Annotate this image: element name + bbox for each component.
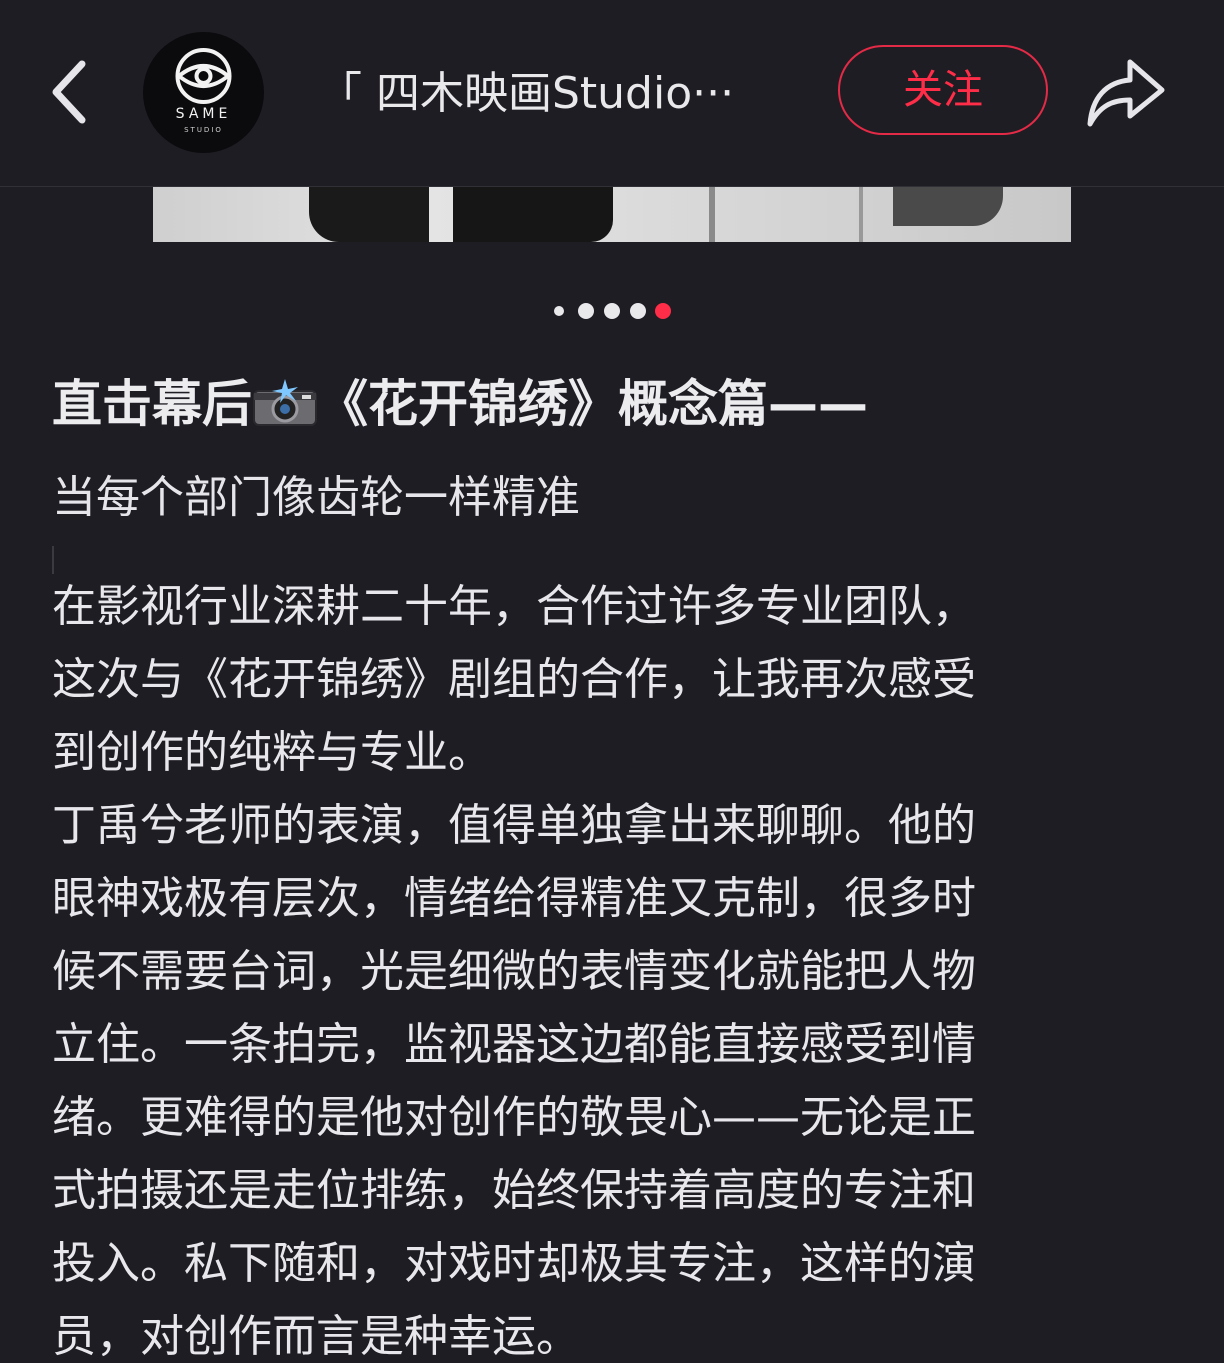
body-line: 绪。更难得的是他对创作的敬畏心——无论是正 bbox=[52, 1092, 976, 1143]
follow-button[interactable]: 关注 bbox=[838, 45, 1048, 135]
carousel-image[interactable] bbox=[153, 186, 1071, 242]
post-detail-page: SAME STUDIO 「 四木映画Studio··· 关注 直击幕后 《花开锦… bbox=[0, 0, 1224, 1363]
body-line: 在影视行业深耕二十年，合作过许多专业团队， bbox=[52, 581, 976, 632]
share-arrow-icon bbox=[1087, 59, 1165, 127]
chevron-left-icon bbox=[52, 60, 86, 124]
carousel-page-indicator bbox=[552, 300, 682, 322]
photo-shape bbox=[453, 186, 613, 242]
photo-shape bbox=[893, 186, 1003, 226]
top-bar: SAME STUDIO 「 四木映画Studio··· 关注 bbox=[0, 0, 1224, 187]
camera-flash-icon bbox=[252, 370, 318, 426]
page-dot-2[interactable] bbox=[578, 303, 594, 319]
body-line: 式拍摄还是走位排练，始终保持着高度的专注和 bbox=[52, 1165, 976, 1216]
post-body: 在影视行业深耕二十年，合作过许多专业团队， 这次与《花开锦绣》剧组的合作，让我再… bbox=[52, 570, 1172, 1363]
body-line: 候不需要台词，光是细微的表情变化就能把人物 bbox=[52, 946, 976, 997]
body-line: 到创作的纯粹与专业。 bbox=[52, 727, 492, 778]
title-text-part2: 《花开锦绣》概念篇—— bbox=[318, 375, 868, 433]
body-line: 丁禹兮老师的表演，值得单独拿出来聊聊。他的 bbox=[52, 800, 976, 851]
back-button[interactable] bbox=[38, 52, 108, 132]
same-studio-eye-logo bbox=[175, 48, 232, 104]
title-text-part1: 直击幕后 bbox=[52, 375, 252, 433]
page-dot-1[interactable] bbox=[554, 306, 564, 316]
page-dot-4[interactable] bbox=[630, 303, 646, 319]
body-line: 投入。私下随和，对戏时却极其专注，这样的演 bbox=[52, 1238, 976, 1289]
body-line: 眼神戏极有层次，情绪给得精准又克制，很多时 bbox=[52, 873, 976, 924]
share-button[interactable] bbox=[1084, 54, 1168, 132]
avatar[interactable]: SAME STUDIO bbox=[143, 32, 264, 153]
post-subtitle: 当每个部门像齿轮一样精准 bbox=[52, 472, 580, 523]
avatar-brand-text: SAME bbox=[175, 106, 232, 122]
account-name[interactable]: 「 四木映画Studio··· bbox=[318, 62, 758, 126]
body-line: 员，对创作而言是种幸运。 bbox=[52, 1311, 580, 1362]
page-dot-3[interactable] bbox=[604, 303, 620, 319]
avatar-brand-subtext: STUDIO bbox=[184, 126, 223, 134]
photo-shape bbox=[709, 186, 715, 242]
body-line: 立住。一条拍完，监视器这边都能直接感受到情 bbox=[52, 1019, 976, 1070]
photo-shape bbox=[309, 186, 429, 242]
post-title: 直击幕后 《花开锦绣》概念篇—— bbox=[52, 364, 1172, 444]
body-line: 这次与《花开锦绣》剧组的合作，让我再次感受 bbox=[52, 654, 976, 705]
page-dot-5[interactable] bbox=[655, 303, 671, 319]
photo-shape bbox=[859, 186, 863, 242]
